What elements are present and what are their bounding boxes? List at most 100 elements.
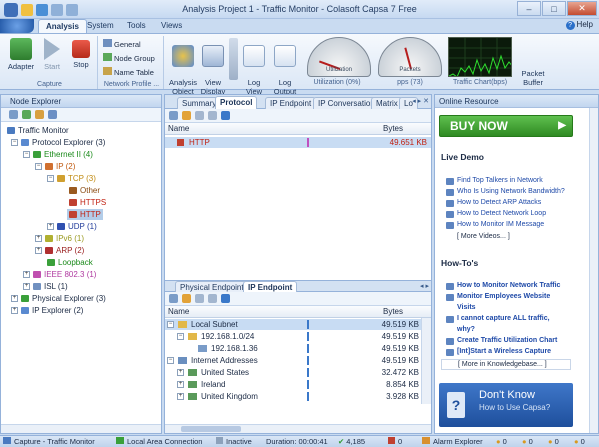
link-capture-all[interactable]: I cannot capture ALL traffic, (457, 315, 550, 322)
link-utilization-chart[interactable]: Create Traffic Utilization Chart (457, 337, 557, 344)
table-row[interactable]: HTTP 49.651 KB (165, 137, 431, 148)
copy-icon[interactable] (195, 294, 204, 303)
tree-item-http[interactable]: HTTP (67, 209, 103, 220)
node-group-button[interactable]: Node Group (103, 53, 155, 63)
link-bandwidth[interactable]: Who Is Using Network Bandwidth? (457, 188, 565, 195)
expand-icon[interactable]: + (11, 295, 18, 303)
tree-hscroll[interactable] (1, 424, 161, 433)
col-bytes[interactable]: Bytes (383, 306, 403, 318)
col-bytes[interactable]: Bytes (383, 123, 403, 135)
chart-view-icon[interactable] (182, 111, 191, 120)
link-capture-all-cont[interactable]: why? (457, 326, 475, 333)
link-top-talkers[interactable]: Find Top Talkers in Network (457, 177, 543, 184)
expand-icon[interactable]: + (177, 381, 184, 388)
copy-icon[interactable] (195, 111, 204, 120)
grid-view-icon[interactable] (169, 294, 178, 303)
link-arp-attacks[interactable]: How to Detect ARP Attacks (457, 199, 541, 206)
collapse-icon[interactable]: − (23, 151, 30, 159)
link-monitor-employees-cont[interactable]: Visits (457, 304, 476, 311)
packet-buffer-button[interactable]: Packet Buffer (516, 60, 550, 96)
stop-button[interactable]: Stop (68, 38, 94, 69)
more-videos-link[interactable]: [ More Videos... ] (457, 233, 510, 240)
tab-physical-endpoint[interactable]: Physical Endpoint (175, 281, 249, 292)
general-button[interactable]: General (103, 39, 141, 49)
tab-views[interactable]: Views (154, 19, 189, 33)
tab-matrix[interactable]: Matrix (371, 97, 403, 109)
expand-icon[interactable]: + (177, 369, 184, 376)
grid-view-icon[interactable] (169, 111, 178, 120)
table-row[interactable]: − Local Subnet 49.519 KB (165, 319, 431, 330)
hscroll-thumb[interactable] (181, 426, 241, 432)
collapse-icon[interactable]: − (167, 357, 174, 364)
tab-scroll-arrows[interactable]: ◂ ▸ ✕ (412, 97, 429, 105)
link-network-loop[interactable]: How to Detect Network Loop (457, 210, 546, 217)
col-name[interactable]: Name (168, 123, 189, 135)
tree-item-physical-explorer[interactable]: + Physical Explorer (3) (11, 293, 106, 304)
collapse-icon[interactable]: − (11, 139, 18, 147)
link-monitor-employees[interactable]: Monitor Employees Website (457, 293, 550, 300)
dont-know-banner[interactable]: ? Don't Know How to Use Capsa? (439, 383, 573, 427)
link-wireless-capture[interactable]: [Int]Start a Wireless Capture (457, 348, 551, 355)
tool-strip-icon[interactable] (229, 38, 238, 80)
tree-view-icon[interactable] (9, 110, 18, 119)
collapse-icon[interactable]: − (177, 333, 184, 340)
link-im-message[interactable]: How to Monitor IM Message (457, 221, 544, 228)
refresh-icon[interactable] (221, 111, 230, 120)
tree-item-tcp[interactable]: − TCP (3) (47, 173, 96, 184)
close-button[interactable]: ✕ (567, 1, 597, 16)
table-row[interactable]: 192.168.1.36 49.519 KB (165, 343, 431, 354)
alarm-explorer-button[interactable]: Alarm Explorer (422, 436, 483, 447)
collapse-icon[interactable]: − (35, 163, 42, 171)
tree-item-ip-explorer[interactable]: + IP Explorer (2) (11, 305, 83, 316)
tab-system[interactable]: System (80, 19, 121, 33)
table-row[interactable]: − 192.168.1.0/24 49.519 KB (165, 331, 431, 342)
tab-ip-conversation[interactable]: IP Conversation (313, 97, 380, 109)
refresh-icon[interactable] (221, 294, 230, 303)
collapse-icon[interactable]: − (47, 175, 54, 183)
export-icon[interactable] (208, 111, 217, 120)
refresh-icon[interactable] (48, 110, 57, 119)
tree-item-ipv6[interactable]: + IPv6 (1) (35, 233, 84, 244)
tab-scroll-arrows-bottom[interactable]: ◂ ▸ (420, 282, 429, 290)
maximize-button[interactable]: □ (542, 1, 566, 16)
online-vscroll[interactable] (589, 108, 598, 433)
more-knowledgebase-link[interactable]: [ More in Knowledgebase... ] (441, 359, 571, 370)
tree-item-ieee8023[interactable]: + IEEE 802.3 (1) (23, 269, 96, 280)
start-button[interactable]: Start (40, 38, 64, 71)
expand-icon[interactable]: + (47, 223, 54, 231)
tree-item-traffic-monitor[interactable]: Traffic Monitor (7, 125, 69, 136)
expand-icon[interactable]: + (35, 235, 42, 243)
tab-protocol[interactable]: Protocol (215, 96, 258, 109)
tree-item-other[interactable]: Other (69, 185, 100, 196)
expand-icon[interactable]: + (23, 283, 30, 291)
tab-tools[interactable]: Tools (120, 19, 153, 33)
expand-icon[interactable]: + (23, 271, 30, 279)
tree-item-protocol-explorer[interactable]: − Protocol Explorer (3) (11, 137, 105, 148)
tree-item-udp[interactable]: + UDP (1) (47, 221, 97, 232)
expand-icon[interactable]: + (11, 307, 18, 315)
export-icon[interactable] (208, 294, 217, 303)
tree-item-ethernet[interactable]: − Ethernet II (4) (23, 149, 93, 160)
tree-item-loopback[interactable]: Loopback (47, 257, 93, 268)
expand-icon[interactable]: + (177, 393, 184, 400)
tab-ip-endpoint-bottom[interactable]: IP Endpoint (243, 281, 298, 292)
buy-now-button[interactable]: BUY NOW ▶ (439, 115, 573, 137)
minimize-button[interactable]: – (517, 1, 541, 16)
node-icon[interactable] (35, 110, 44, 119)
table-row[interactable]: + United Kingdom 3.928 KB (165, 391, 431, 402)
tree-item-https[interactable]: HTTPS (69, 197, 106, 208)
link-monitor-traffic[interactable]: How to Monitor Network Traffic (457, 282, 560, 289)
table-row[interactable]: + United States 32.472 KB (165, 367, 431, 378)
name-table-button[interactable]: Name Table (103, 67, 154, 77)
chart-view-icon[interactable] (182, 294, 191, 303)
filter-icon[interactable] (22, 110, 31, 119)
tab-ip-endpoint[interactable]: IP Endpoint (265, 97, 317, 109)
adapter-button[interactable]: Adapter (6, 38, 36, 71)
tree-item-ip[interactable]: − IP (2) (35, 161, 75, 172)
table-row[interactable]: − Internet Addresses 49.519 KB (165, 355, 431, 366)
table-row[interactable]: + Ireland 8.854 KB (165, 379, 431, 390)
expand-icon[interactable]: + (35, 247, 42, 255)
app-menu-button[interactable] (0, 19, 34, 33)
help-button[interactable]: ? Help (565, 20, 593, 30)
col-name[interactable]: Name (168, 306, 189, 318)
